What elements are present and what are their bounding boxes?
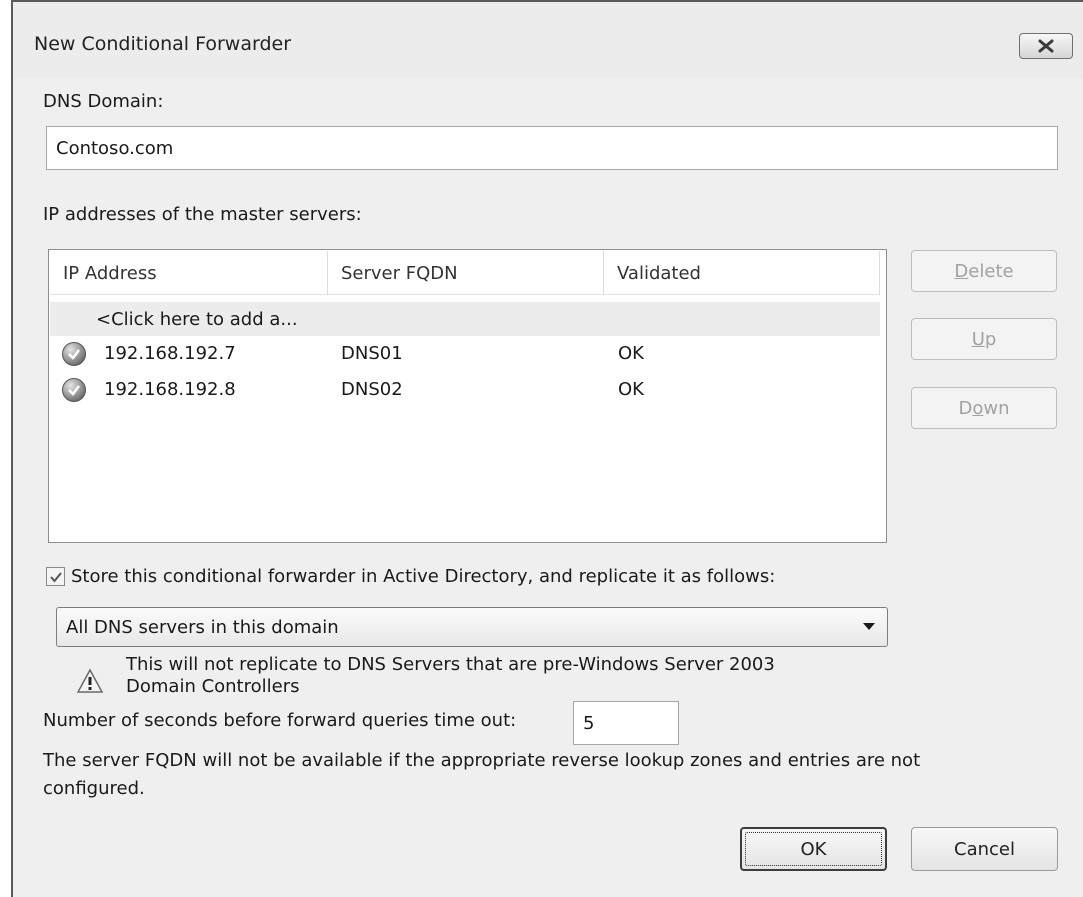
- checkmark-icon: [49, 571, 62, 583]
- delete-button-label: Delete: [954, 260, 1014, 282]
- column-header-validated[interactable]: Validated: [604, 251, 880, 295]
- delete-button[interactable]: Delete: [911, 250, 1057, 292]
- table-row[interactable]: 192.168.192.8 DNS02 OK: [50, 372, 880, 406]
- timeout-label: Number of seconds before forward queries…: [43, 710, 517, 731]
- close-icon: [1038, 39, 1054, 53]
- fqdn-note-line2: configured.: [43, 778, 145, 799]
- row-fqdn: DNS01: [341, 342, 403, 364]
- row-validated: OK: [618, 342, 644, 364]
- timeout-value: 5: [583, 712, 595, 734]
- window-title: New Conditional Forwarder: [34, 33, 292, 55]
- add-server-text: <Click here to add a...: [96, 308, 298, 330]
- column-header-validated-label: Validated: [617, 262, 701, 284]
- store-ad-label: Store this conditional forwarder in Acti…: [71, 566, 776, 587]
- row-fqdn: DNS02: [341, 378, 403, 400]
- dns-domain-value: Contoso.com: [56, 137, 174, 159]
- column-header-fqdn-label: Server FQDN: [341, 262, 458, 284]
- focus-rect: [745, 832, 882, 866]
- store-ad-option[interactable]: Store this conditional forwarder in Acti…: [46, 566, 775, 587]
- row-ip: 192.168.192.8: [104, 378, 236, 400]
- dialog-window: New Conditional Forwarder DNS Domain: Co…: [11, 0, 1083, 897]
- row-validated: OK: [618, 378, 644, 400]
- row-ip: 192.168.192.7: [104, 342, 236, 364]
- timeout-input[interactable]: 5: [573, 701, 679, 745]
- list-header: IP Address Server FQDN Validated: [50, 251, 880, 295]
- down-button[interactable]: Down: [911, 387, 1057, 429]
- title-bar: New Conditional Forwarder: [13, 2, 1083, 78]
- table-row[interactable]: 192.168.192.7 DNS01 OK: [50, 336, 880, 370]
- up-button[interactable]: Up: [911, 318, 1057, 360]
- fqdn-note-line1: The server FQDN will not be available if…: [43, 750, 921, 771]
- warning-icon: [76, 668, 104, 693]
- check-circle-icon: [62, 342, 86, 366]
- check-circle-icon: [62, 378, 86, 402]
- down-button-label: Down: [958, 397, 1010, 419]
- dns-domain-label: DNS Domain:: [43, 91, 164, 112]
- replication-scope-select[interactable]: All DNS servers in this domain: [56, 607, 888, 647]
- ok-button[interactable]: OK: [740, 827, 887, 871]
- chevron-down-icon: [863, 623, 875, 630]
- column-header-fqdn[interactable]: Server FQDN: [328, 251, 604, 295]
- warning-line1: This will not replicate to DNS Servers t…: [126, 654, 775, 675]
- dns-domain-input[interactable]: Contoso.com: [46, 126, 1058, 170]
- replication-scope-value: All DNS servers in this domain: [66, 616, 339, 638]
- store-ad-checkbox[interactable]: [46, 567, 65, 586]
- master-servers-list[interactable]: IP Address Server FQDN Validated <Click …: [48, 249, 887, 543]
- column-header-ip[interactable]: IP Address: [50, 251, 328, 295]
- add-server-row[interactable]: <Click here to add a...: [50, 302, 880, 336]
- master-servers-label: IP addresses of the master servers:: [43, 204, 362, 225]
- close-button[interactable]: [1019, 33, 1073, 59]
- up-button-label: Up: [971, 328, 997, 350]
- dialog-body: DNS Domain: Contoso.com IP addresses of …: [13, 78, 1083, 897]
- cancel-button[interactable]: Cancel: [911, 827, 1058, 871]
- warning-line2: Domain Controllers: [126, 676, 300, 697]
- cancel-button-label: Cancel: [954, 838, 1015, 860]
- column-header-ip-label: IP Address: [63, 262, 157, 284]
